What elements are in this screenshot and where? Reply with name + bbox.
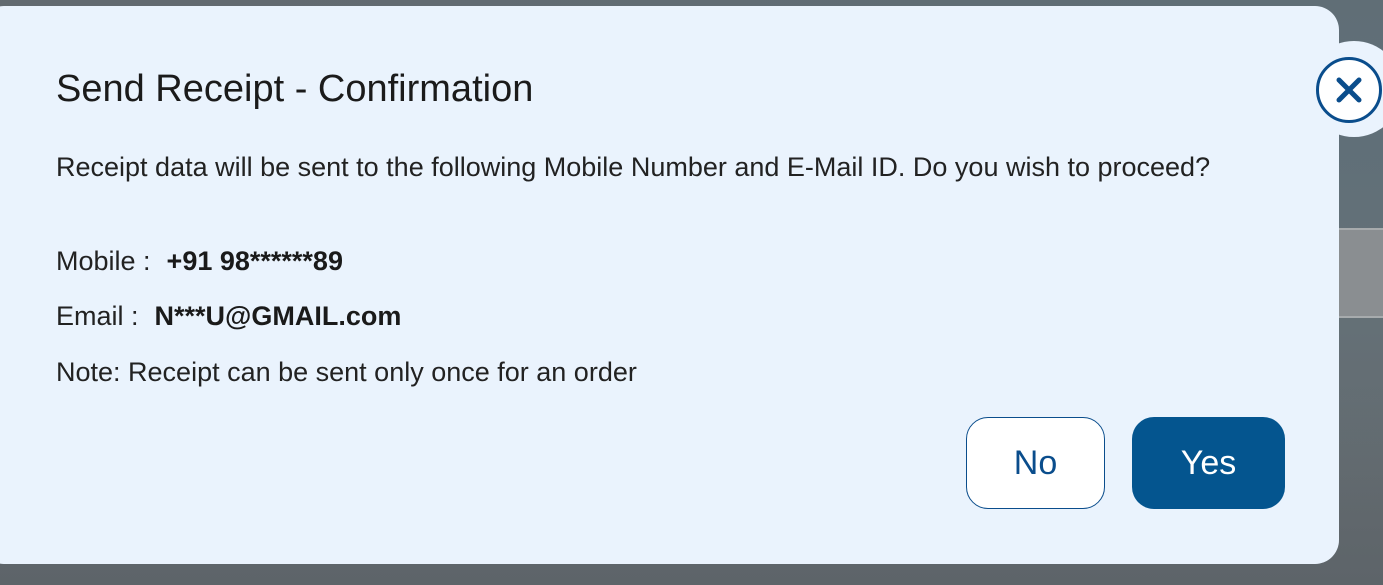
email-label: Email : <box>56 301 139 331</box>
close-icon <box>1336 77 1362 103</box>
dialog-message: Receipt data will be sent to the followi… <box>56 152 1211 182</box>
email-value: N***U@GMAIL.com <box>154 301 402 331</box>
send-receipt-dialog: Send Receipt - Confirmation Receipt data… <box>0 6 1339 564</box>
no-button[interactable]: No <box>966 417 1105 509</box>
mobile-value: +91 98******89 <box>166 246 343 276</box>
email-row: Email : N***U@GMAIL.com <box>56 301 401 332</box>
close-button[interactable] <box>1316 57 1382 123</box>
note-text: Note: Receipt can be sent only once for … <box>56 357 637 387</box>
mobile-row: Mobile : +91 98******89 <box>56 246 343 277</box>
dialog-title: Send Receipt - Confirmation <box>56 68 534 110</box>
mobile-label: Mobile : <box>56 246 151 276</box>
yes-button[interactable]: Yes <box>1132 417 1285 509</box>
